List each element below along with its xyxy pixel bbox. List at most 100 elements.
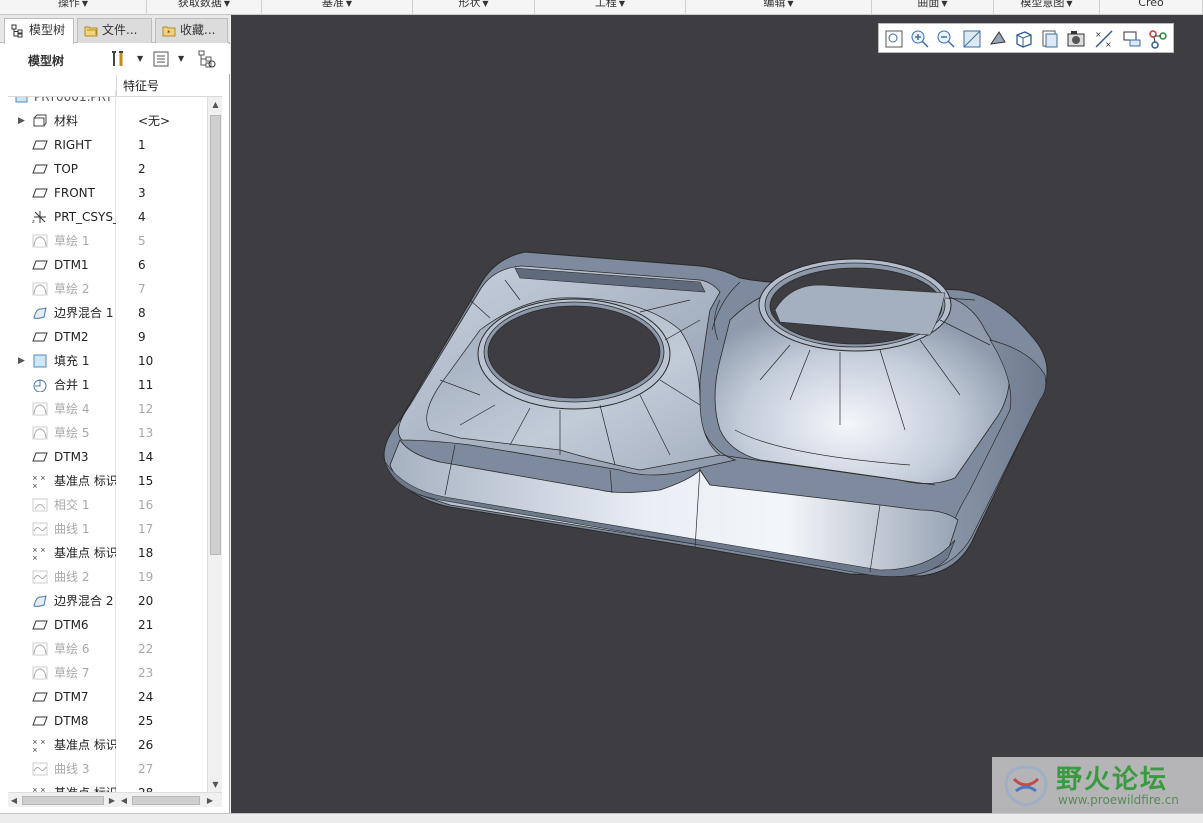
tree-item-name: 边界混合 1: [54, 306, 114, 320]
tab-favorites[interactable]: * 收藏...: [155, 18, 228, 43]
expand-arrow-icon[interactable]: ▶: [18, 109, 25, 133]
tree-item[interactable]: FRONT 3: [8, 181, 208, 205]
part-model-render[interactable]: [231, 15, 1203, 813]
tree-item[interactable]: DTM3 14: [8, 445, 208, 469]
forum-watermark: 野火论坛 www.proewildfire.cn: [992, 757, 1203, 813]
scroll-down-arrow[interactable]: ▼: [208, 777, 223, 792]
expand-arrow-icon[interactable]: ▶: [18, 349, 25, 373]
part-icon: [15, 97, 28, 103]
tree-filter-icon[interactable]: [198, 50, 216, 68]
tree-item-name: 草绘 1: [54, 234, 90, 248]
hscroll-thumb-1[interactable]: [22, 796, 104, 805]
tree-item[interactable]: TOP 2: [8, 157, 208, 181]
scroll-up-arrow[interactable]: ▲: [208, 97, 223, 112]
tab-favorites-label: 收藏...: [180, 23, 216, 37]
settings-tools-icon[interactable]: [110, 50, 128, 68]
tree-item-feature-id: 24: [138, 690, 154, 704]
display-style-icon[interactable]: [987, 28, 1009, 50]
tree-item[interactable]: DTM6 21: [8, 613, 208, 637]
tree-item-feature-id: 25: [138, 714, 154, 728]
tree-item-feature-id: 17: [138, 522, 154, 536]
tree-item[interactable]: DTM2 9: [8, 325, 208, 349]
ribbon-group-8[interactable]: Creo: [1100, 0, 1203, 14]
tree-root-item[interactable]: PRT0001.PRT: [8, 97, 208, 109]
ribbon-group-6[interactable]: 曲面 ▼: [872, 0, 994, 14]
spin-center-icon[interactable]: [1147, 28, 1169, 50]
tree-horizontal-scrollbar[interactable]: ◀ ▶ ◀ ▶: [8, 792, 222, 807]
scroll-left-arrow-1[interactable]: ◀: [8, 793, 20, 808]
tree-item[interactable]: DTM1 6: [8, 253, 208, 277]
tree-item[interactable]: 边界混合 2 20: [8, 589, 208, 613]
model-tree-icon: [11, 24, 23, 38]
tree-item[interactable]: RIGHT 1: [8, 133, 208, 157]
tree-vertical-scrollbar[interactable]: ▲ ▼: [207, 97, 222, 792]
ribbon-group-3[interactable]: 形状 ▼: [413, 0, 535, 14]
tree-item-name: DTM7: [54, 690, 89, 704]
show-dropdown-caret[interactable]: ▼: [178, 54, 184, 63]
tree-item[interactable]: 曲线 1 17: [8, 517, 208, 541]
ribbon-group-1[interactable]: 获取数据 ▼: [147, 0, 262, 14]
tree-item[interactable]: 曲线 2 19: [8, 565, 208, 589]
tree-item[interactable]: z PRT_CSYS_DEF 4: [8, 205, 208, 229]
ribbon-group-5[interactable]: 编辑 ▼: [686, 0, 872, 14]
tree-item[interactable]: × × × 基准点 标识 18: [8, 541, 208, 565]
tree-item-name: 填充 1: [54, 354, 90, 368]
feature-id-column-header[interactable]: 特征号: [116, 75, 214, 97]
settings-dropdown-caret[interactable]: ▼: [137, 54, 143, 63]
tree-item[interactable]: 草绘 7 23: [8, 661, 208, 685]
zoom-out-icon[interactable]: [935, 28, 957, 50]
tree-item[interactable]: 草绘 1 5: [8, 229, 208, 253]
tree-item[interactable]: 曲线 3 27: [8, 757, 208, 781]
tree-item[interactable]: ▶ 材料 <无>: [8, 109, 208, 133]
scroll-thumb[interactable]: [210, 115, 221, 555]
show-list-icon[interactable]: [152, 50, 170, 68]
tree-item-feature-id: 2: [138, 162, 146, 176]
tree-item-feature-id: 15: [138, 474, 154, 488]
tree-item[interactable]: DTM8 25: [8, 709, 208, 733]
svg-text:×: ×: [1095, 30, 1102, 39]
tree-item[interactable]: 草绘 6 22: [8, 637, 208, 661]
perspective-icon[interactable]: [1065, 28, 1087, 50]
tab-files[interactable]: 文件...: [77, 18, 152, 43]
sketch-icon: [32, 282, 48, 296]
tree-item[interactable]: ×××基准点 标识28: [8, 781, 208, 792]
scroll-right-arrow-1[interactable]: ▶: [106, 793, 118, 808]
scroll-right-arrow-2[interactable]: ▶: [204, 793, 216, 808]
tree-item-name: RIGHT: [54, 138, 92, 152]
watermark-logo-icon: [1004, 765, 1048, 807]
zoom-in-icon[interactable]: [909, 28, 931, 50]
refit-icon[interactable]: [883, 28, 905, 50]
repaint-icon[interactable]: [961, 28, 983, 50]
fill-icon: [33, 354, 47, 368]
tree-item-feature-id: <无>: [138, 114, 171, 128]
tree-item[interactable]: 草绘 5 13: [8, 421, 208, 445]
tree-item[interactable]: 相交 1 16: [8, 493, 208, 517]
ribbon-group-label: 曲面: [917, 0, 940, 9]
boundary-blend-icon: [33, 595, 47, 607]
sketch-icon: [32, 234, 48, 248]
datum-display-icon[interactable]: ××: [1093, 28, 1115, 50]
ribbon-group-4[interactable]: 工程 ▼: [535, 0, 686, 14]
tree-item[interactable]: × × × 基准点 标识 26: [8, 733, 208, 757]
tree-item[interactable]: 合并 1 11: [8, 373, 208, 397]
tab-model-tree[interactable]: 模型树: [4, 18, 74, 44]
tree-item-feature-id: 23: [138, 666, 154, 680]
ribbon-group-0[interactable]: 操作 ▼: [0, 0, 147, 14]
saved-views-icon[interactable]: [1013, 28, 1035, 50]
tree-item[interactable]: 边界混合 1 8: [8, 301, 208, 325]
tree-item-feature-id: 20: [138, 594, 154, 608]
annotation-display-icon[interactable]: [1121, 28, 1143, 50]
tree-item[interactable]: 草绘 2 7: [8, 277, 208, 301]
tree-item[interactable]: DTM7 24: [8, 685, 208, 709]
tree-item[interactable]: × × × 基准点 标识 15: [8, 469, 208, 493]
csys-icon: z: [32, 211, 46, 224]
tree-item[interactable]: ▶ 填充 1 10: [8, 349, 208, 373]
creo-application: 操作 ▼ 获取数据 ▼ 基准 ▼ 形状 ▼ 工程 ▼ 编辑 ▼ 曲面 ▼ 模型意图 ▼ Creo 模型树 文件.…: [0, 0, 1203, 823]
view-manager-icon[interactable]: [1039, 28, 1061, 50]
hscroll-thumb-2[interactable]: [132, 796, 200, 805]
ribbon-group-7[interactable]: 模型意图 ▼: [994, 0, 1100, 14]
ribbon-group-2[interactable]: 基准 ▼: [262, 0, 413, 14]
tree-item[interactable]: 草绘 4 12: [8, 397, 208, 421]
graphics-viewport[interactable]: × ×: [231, 15, 1203, 813]
scroll-left-arrow-2[interactable]: ◀: [118, 793, 130, 808]
